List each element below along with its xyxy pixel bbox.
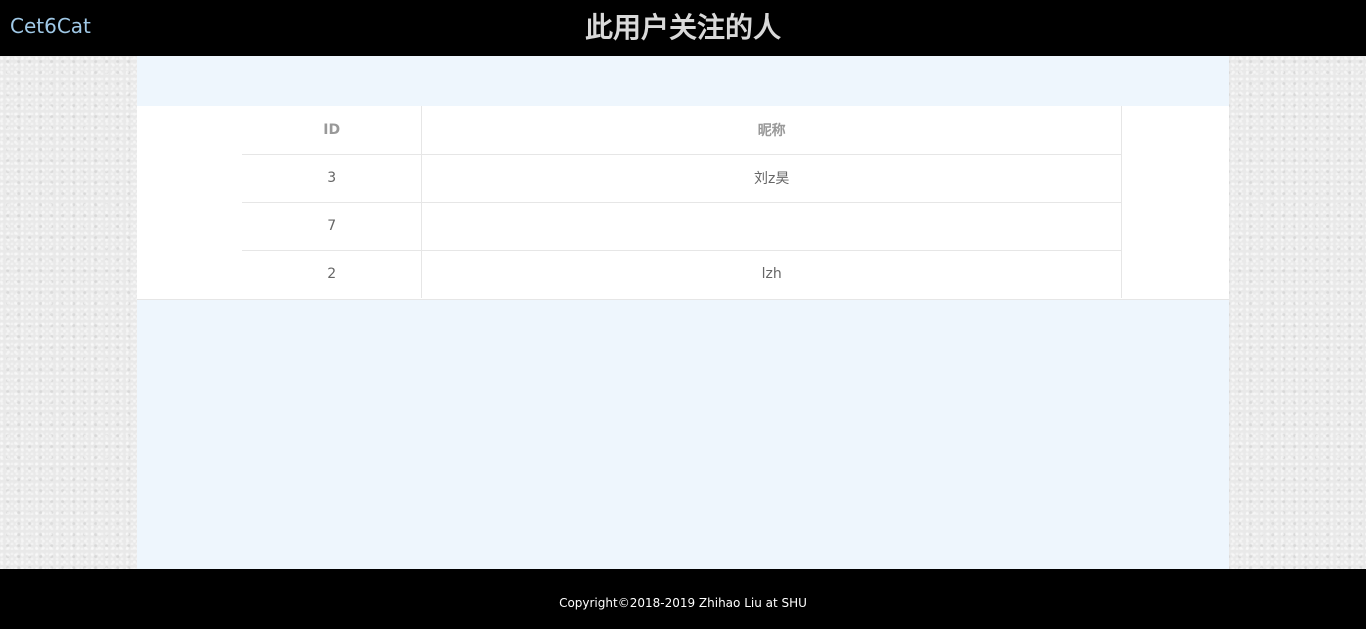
- cell-id: 3: [242, 154, 423, 203]
- footer: Copyright©2018-2019 Zhihao Liu at SHU: [0, 569, 1366, 629]
- table-row: 3 刘z昊: [242, 154, 1122, 203]
- copyright-text: Copyright©2018-2019 Zhihao Liu at SHU: [559, 596, 807, 610]
- column-header-nickname: 昵称: [421, 106, 1122, 155]
- table-row: 7: [242, 202, 1122, 251]
- cell-id: 7: [242, 202, 423, 251]
- navbar: Cet6Cat 此用户关注的人: [0, 0, 1366, 56]
- following-table: ID 昵称 3 刘z昊 7 2 lzh: [242, 106, 1122, 298]
- following-table-container: ID 昵称 3 刘z昊 7 2 lzh: [137, 106, 1229, 300]
- cell-id: 2: [242, 250, 423, 298]
- table-header-row: ID 昵称: [242, 106, 1122, 155]
- main-panel: ID 昵称 3 刘z昊 7 2 lzh: [137, 56, 1229, 569]
- table-row: 2 lzh: [242, 250, 1122, 298]
- cell-nickname: [421, 202, 1122, 251]
- column-header-id: ID: [242, 106, 423, 155]
- cell-nickname: 刘z昊: [421, 154, 1122, 203]
- page-title: 此用户关注的人: [584, 11, 781, 44]
- cell-nickname: lzh: [421, 250, 1122, 298]
